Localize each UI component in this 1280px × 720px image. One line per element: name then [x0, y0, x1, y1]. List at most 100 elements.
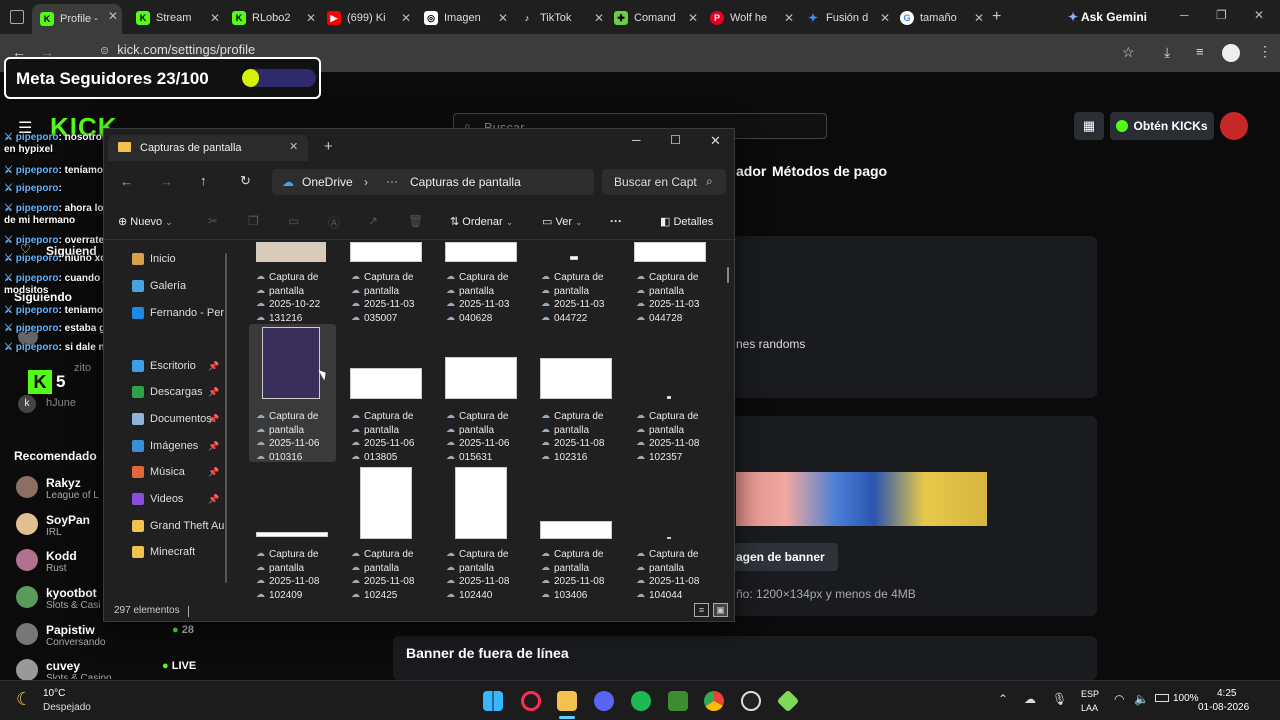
- rename-icon[interactable]: Ⓐ: [328, 214, 340, 231]
- tab-youtube[interactable]: ▶ (699) Ki ✕: [327, 6, 415, 30]
- sort-button[interactable]: ⇅ Ordenar ⌄: [450, 215, 513, 228]
- paste-icon[interactable]: ▭: [288, 214, 299, 228]
- nav-item-escritorio[interactable]: Escritorio 📌: [132, 360, 219, 372]
- browser-menu-icon[interactable]: [10, 10, 24, 24]
- discord-icon[interactable]: [594, 691, 614, 711]
- spotify-icon[interactable]: [631, 691, 651, 711]
- details-view-icon[interactable]: ≡: [694, 603, 709, 617]
- volume-icon[interactable]: 🔈: [1134, 692, 1149, 706]
- battery-icon[interactable]: [1155, 694, 1169, 702]
- recommended-channel[interactable]: Kodd Rust: [16, 549, 77, 574]
- explorer-search-input[interactable]: Buscar en Capt ⌕: [602, 169, 726, 195]
- tab-comand[interactable]: ✚ Comand ✕: [614, 6, 702, 30]
- file-thumbnail[interactable]: [256, 242, 326, 262]
- minimize-window-icon[interactable]: ─: [1180, 8, 1189, 22]
- close-icon[interactable]: ✕: [710, 133, 721, 149]
- wifi-icon[interactable]: ◠: [1114, 692, 1124, 706]
- file-thumbnail[interactable]: [634, 242, 706, 262]
- chrome-icon[interactable]: [704, 691, 724, 711]
- breadcrumb-folder[interactable]: Capturas de pantalla: [410, 175, 521, 189]
- file-thumbnail[interactable]: [262, 327, 320, 399]
- file-item[interactable]: Captura depantalla2025-11-08103406: [533, 547, 623, 602]
- file-item[interactable]: Captura depantalla2025-11-08102425: [343, 547, 433, 602]
- breadcrumb[interactable]: ☁ OneDrive › ··· Capturas de pantalla: [272, 169, 594, 195]
- close-tab-icon[interactable]: ✕: [688, 11, 698, 25]
- share-icon[interactable]: ↗: [368, 214, 378, 228]
- extensions-icon[interactable]: ≡: [1196, 44, 1204, 59]
- download-icon[interactable]: ⤓: [1164, 44, 1170, 61]
- cut-icon[interactable]: ✂: [208, 214, 218, 228]
- file-item[interactable]: Captura depantalla2025-11-03035007: [343, 270, 433, 325]
- breadcrumb-ellipsis[interactable]: ···: [386, 174, 398, 188]
- details-button[interactable]: ◧ Detalles: [660, 215, 713, 228]
- ask-gemini-button[interactable]: ✦ Ask Gemini: [1068, 10, 1147, 24]
- nav-back-icon[interactable]: ←: [120, 174, 133, 189]
- delete-icon[interactable]: 🗑: [408, 214, 423, 228]
- file-thumbnail[interactable]: [445, 357, 517, 399]
- file-thumbnail[interactable]: [256, 532, 328, 537]
- store-icon-button[interactable]: ▦: [1074, 112, 1104, 140]
- upload-banner-button[interactable]: agen de banner: [726, 543, 838, 571]
- settings-tab-payments[interactable]: Métodos de pago: [772, 163, 887, 179]
- clock-time[interactable]: 4:25: [1217, 688, 1236, 699]
- refresh-icon[interactable]: ↻: [240, 173, 251, 189]
- file-explorer-icon[interactable]: [557, 691, 577, 711]
- new-button[interactable]: ⊕ Nuevo ⌄: [118, 215, 173, 228]
- microphone-icon[interactable]: 🎙: [1052, 692, 1067, 706]
- file-item[interactable]: Captura depantalla2025-11-06010316: [248, 409, 338, 464]
- tray-chevron-up-icon[interactable]: ⌃: [998, 692, 1008, 706]
- followed-name[interactable]: hJune: [46, 397, 76, 409]
- thumbnail-view-icon[interactable]: ▣: [713, 603, 728, 617]
- file-item[interactable]: Captura depantalla2025-10-22131216: [248, 270, 338, 325]
- close-tab-icon[interactable]: ✕: [594, 11, 604, 25]
- close-tab-icon[interactable]: ✕: [784, 11, 794, 25]
- onedrive-tray-icon[interactable]: ☁: [1024, 692, 1036, 706]
- file-item[interactable]: Captura depantalla2025-11-03044722: [533, 270, 623, 325]
- explorer-tab[interactable]: Capturas de pantalla ✕: [108, 135, 308, 161]
- tab-google[interactable]: Gtamaño ✕: [900, 6, 988, 30]
- file-item[interactable]: Captura depantalla2025-11-06015631: [438, 409, 528, 464]
- nav-item-galer-a[interactable]: Galería: [132, 280, 186, 292]
- get-kicks-button[interactable]: Obtén KICKs: [1110, 112, 1214, 140]
- tab-gemini[interactable]: ✦ Fusión d ✕: [806, 6, 894, 30]
- profile-icon[interactable]: [1222, 44, 1240, 62]
- file-thumbnail[interactable]: [540, 358, 612, 399]
- file-item[interactable]: Captura depantalla2025-11-03040628: [438, 270, 528, 325]
- tab-stream[interactable]: K Stream ✕: [136, 6, 224, 30]
- recommended-channel[interactable]: cuvey Slots & Casino: [16, 659, 112, 681]
- new-explorer-tab-icon[interactable]: +: [324, 138, 333, 155]
- nav-item-minecraft[interactable]: Minecraft: [132, 546, 195, 558]
- tab-profile[interactable]: K Profile - ✕: [32, 4, 122, 34]
- file-thumbnail[interactable]: [667, 537, 671, 539]
- more-options-button[interactable]: ···: [610, 214, 622, 228]
- file-item[interactable]: Captura depantalla2025-11-03044728: [628, 270, 718, 325]
- tab-tiktok[interactable]: ♪ TikTok ✕: [520, 6, 608, 30]
- file-thumbnail[interactable]: [570, 256, 578, 260]
- tab-pinterest[interactable]: P Wolf he ✕: [710, 6, 798, 30]
- content-scrollbar[interactable]: [727, 267, 729, 283]
- file-thumbnail[interactable]: [350, 368, 422, 399]
- nav-forward-icon[interactable]: →: [160, 174, 173, 189]
- tab-imagen[interactable]: ◎ Imagen ✕: [424, 6, 512, 30]
- user-avatar[interactable]: [1220, 112, 1248, 140]
- nav-up-icon[interactable]: ↑: [200, 173, 207, 188]
- weather-desc[interactable]: Despejado: [43, 702, 91, 713]
- file-item[interactable]: Captura depantalla2025-11-06013805: [343, 409, 433, 464]
- followed-avatar[interactable]: k: [18, 395, 36, 413]
- file-item[interactable]: Captura depantalla2025-11-08102409: [248, 547, 338, 602]
- file-thumbnail[interactable]: [455, 467, 507, 539]
- file-item[interactable]: Captura depantalla2025-11-08102440: [438, 547, 528, 602]
- opera-gx-icon[interactable]: [521, 691, 541, 711]
- breadcrumb-root[interactable]: OneDrive: [302, 175, 353, 189]
- launcher-cube-icon[interactable]: [776, 689, 800, 713]
- file-thumbnail[interactable]: [360, 467, 412, 539]
- file-item[interactable]: Captura depantalla2025-11-08102357: [628, 409, 718, 464]
- new-tab-icon[interactable]: +: [992, 8, 1001, 26]
- nav-item-im-genes[interactable]: Imágenes 📌: [132, 440, 219, 452]
- weather-temp[interactable]: 10°C: [43, 688, 65, 699]
- browser-menu-dots-icon[interactable]: ⋮: [1258, 43, 1272, 60]
- file-item[interactable]: Captura depantalla2025-11-08102316: [533, 409, 623, 464]
- file-thumbnail[interactable]: [445, 242, 517, 262]
- recommended-channel[interactable]: kyootbot Slots & Casi: [16, 586, 100, 611]
- close-tab-icon[interactable]: ✕: [108, 9, 118, 23]
